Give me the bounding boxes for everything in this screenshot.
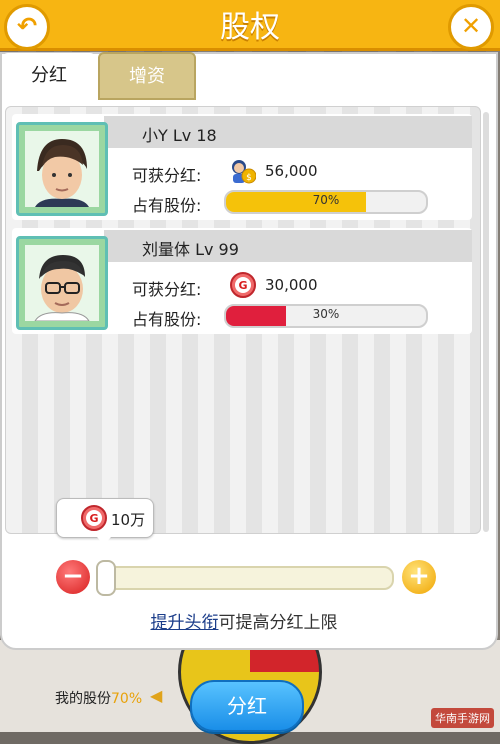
decrease-button[interactable]: − — [56, 560, 90, 594]
share-progress-bar: 70% — [224, 190, 428, 214]
page-title: 股权 — [220, 10, 280, 45]
watermark: 华南手游网 — [431, 708, 494, 728]
svg-text:G: G — [238, 279, 247, 292]
red-g-coin-icon: G — [230, 272, 256, 298]
hint-suffix: 可提高分红上限 — [218, 613, 338, 633]
tab-capital-increase[interactable]: 增资 — [98, 52, 196, 100]
shareholder-card[interactable]: 小Y Lv 18 可获分红: $ 56,000 占有股份: 70% — [12, 114, 472, 220]
man-glasses-portrait-icon — [34, 255, 90, 322]
upgrade-title-link[interactable]: 提升头衔 — [151, 613, 219, 633]
list-scrollbar[interactable] — [483, 112, 489, 532]
shareholder-card[interactable]: 刘量体 Lv 99 可获分红: G 30,000 占有股份: 30% — [12, 228, 472, 334]
increase-button[interactable]: + — [402, 560, 436, 594]
tab-dividend[interactable]: 分红 — [2, 53, 96, 99]
slider-handle[interactable] — [96, 560, 116, 596]
slider-value: 10万 — [111, 511, 146, 529]
red-g-coin-icon: G — [81, 505, 107, 531]
divide-button[interactable]: 分红 — [190, 680, 304, 732]
amount-slider[interactable] — [96, 566, 394, 590]
slider-tooltip: G 10万 — [56, 498, 154, 545]
share-label: 占有股份: — [132, 196, 202, 215]
plus-icon: + — [408, 561, 430, 591]
dividend-value: 30,000 — [265, 276, 318, 294]
character-coin-icon: $ — [232, 160, 256, 184]
dividend-label: 可获分红: — [132, 280, 202, 299]
share-percent: 30% — [312, 307, 340, 321]
my-shares-label: 我的股份70% — [55, 688, 142, 708]
shareholder-name: 刘量体 Lv 99 — [142, 240, 239, 259]
close-icon: ✕ — [460, 12, 482, 40]
minus-icon: − — [62, 561, 84, 591]
arrow-left-icon: ◀ — [150, 686, 163, 705]
share-label: 占有股份: — [132, 310, 202, 329]
my-shares-text: 我的股份 — [55, 691, 111, 707]
svg-text:$: $ — [246, 173, 252, 183]
svg-text:G: G — [89, 512, 98, 525]
man-portrait-icon — [35, 139, 89, 207]
share-percent: 70% — [312, 193, 340, 207]
dividend-value: 56,000 — [265, 162, 318, 180]
avatar — [16, 122, 108, 216]
close-button[interactable]: ✕ — [448, 4, 494, 50]
my-shares-value: 70% — [111, 691, 143, 707]
avatar — [16, 236, 108, 330]
shareholder-name: 小Y Lv 18 — [142, 126, 217, 145]
header-bar: ↶ 股权 ✕ — [0, 0, 500, 51]
share-progress-bar: 30% — [224, 304, 428, 328]
hint-text: 提升头衔可提高分红上限 — [0, 608, 488, 633]
dividend-label: 可获分红: — [132, 166, 202, 185]
